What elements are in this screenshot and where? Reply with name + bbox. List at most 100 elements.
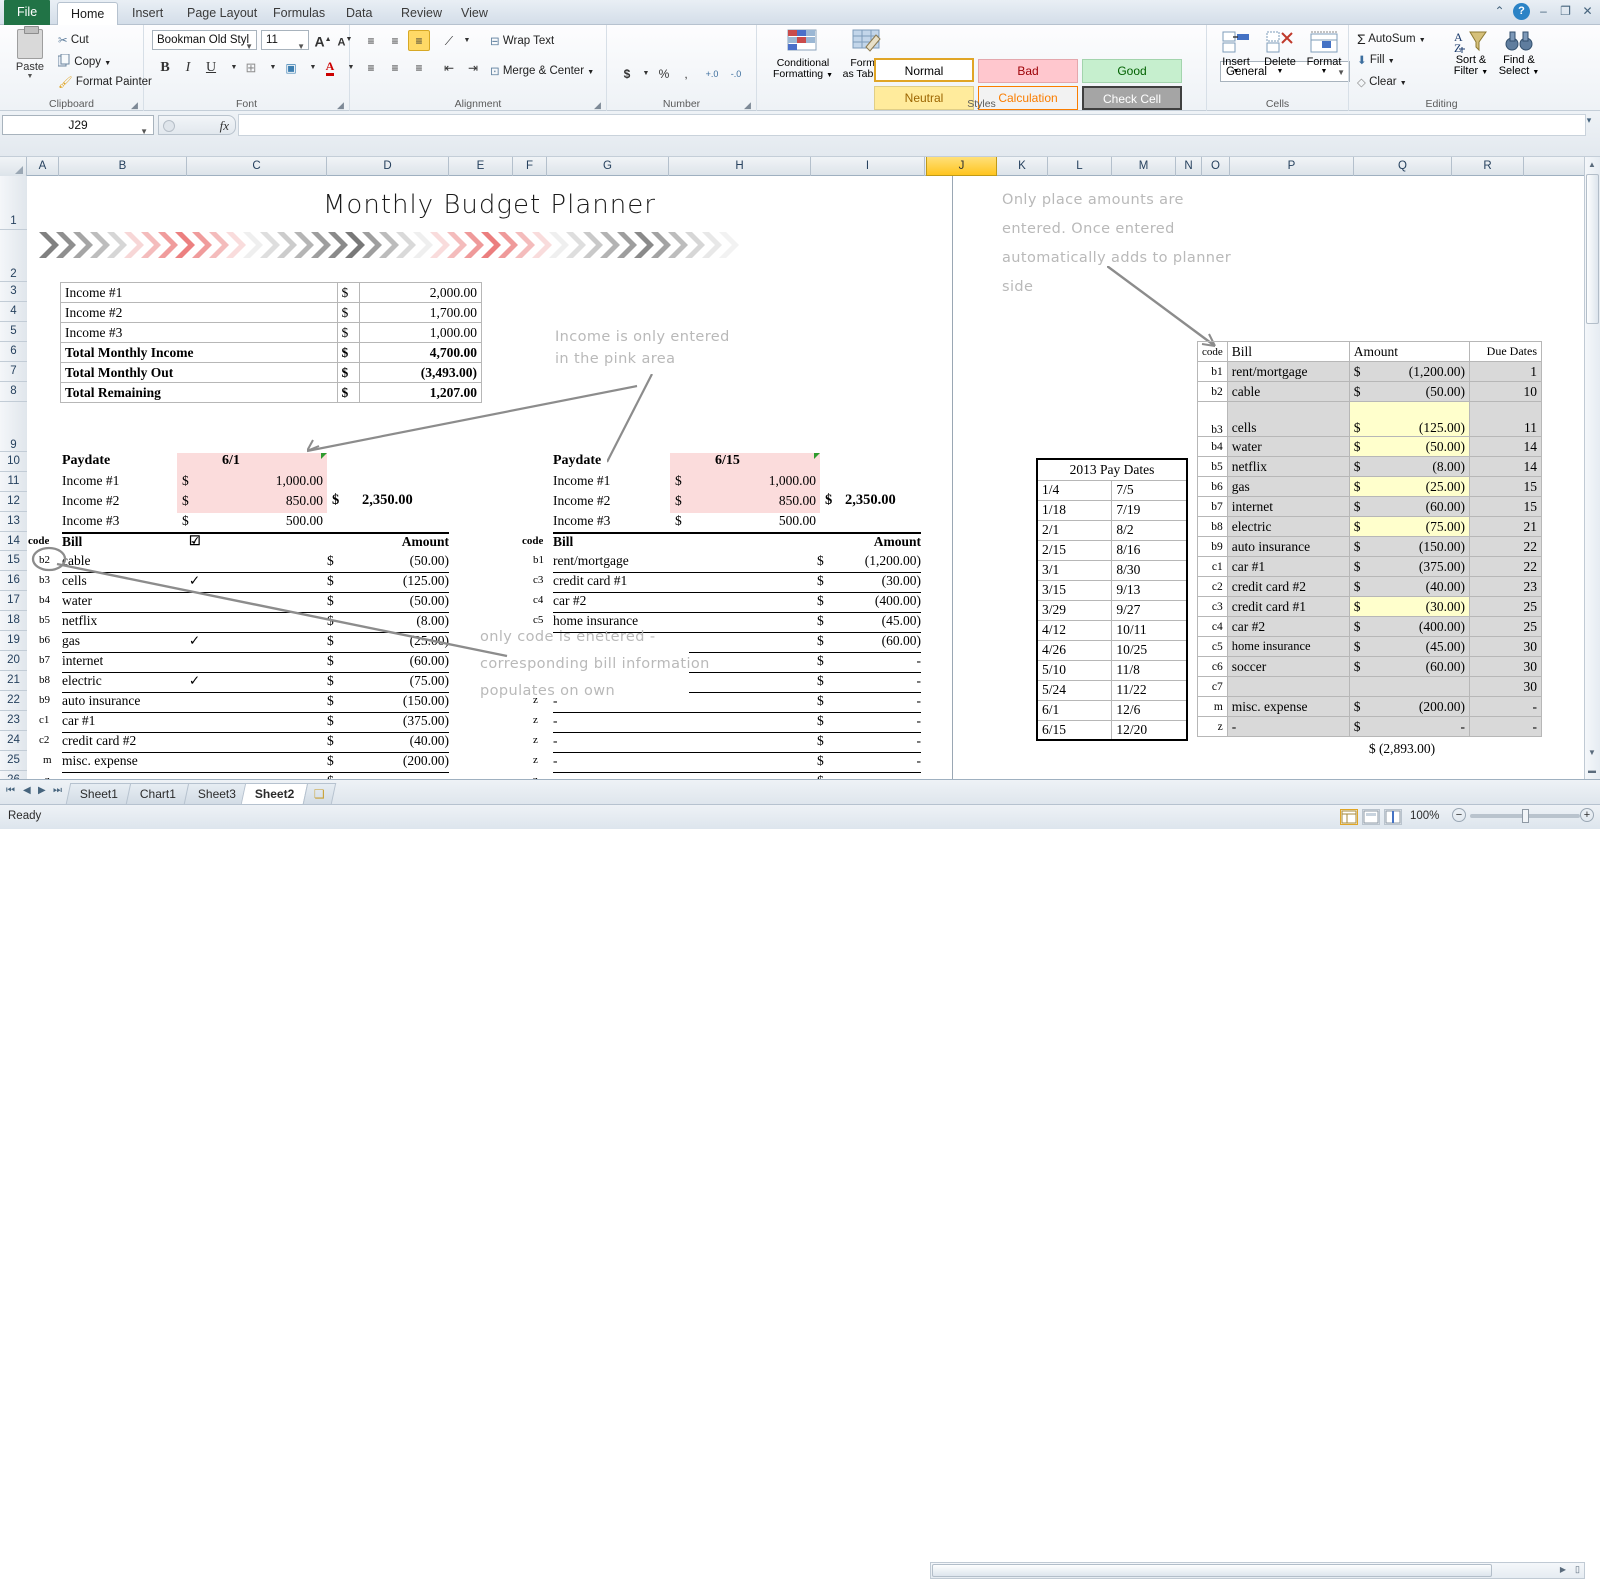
- align-left-icon[interactable]: ≡: [360, 57, 382, 78]
- table-row[interactable]: 2/15 8/16: [1036, 539, 1188, 561]
- style-good[interactable]: Good: [1082, 59, 1182, 83]
- find-select-button[interactable]: Find & Select ▼: [1493, 29, 1545, 78]
- align-top-icon[interactable]: ≡: [360, 30, 382, 51]
- col-header-C[interactable]: C: [187, 157, 327, 176]
- table-row[interactable]: b7 internet $ (60.00) 15: [1197, 496, 1542, 517]
- underline-button[interactable]: U: [200, 57, 222, 78]
- row-header-4[interactable]: 4: [0, 302, 27, 322]
- style-normal[interactable]: Normal: [874, 58, 974, 82]
- insert-cells-button[interactable]: Insert ▼: [1215, 30, 1257, 75]
- orientation-dropdown-icon[interactable]: ▼: [456, 30, 478, 51]
- col-header-L[interactable]: L: [1048, 157, 1112, 176]
- clear-button[interactable]: ◇ Clear ▼: [1357, 75, 1407, 89]
- table-row[interactable]: 2/1 8/2: [1036, 519, 1188, 541]
- col-header-P[interactable]: P: [1230, 157, 1354, 176]
- paste-button[interactable]: Paste ▼: [8, 26, 52, 80]
- table-row[interactable]: c4 car #2 $ (400.00) 25: [1197, 616, 1542, 637]
- col-header-F[interactable]: F: [513, 157, 547, 176]
- increase-indent-icon[interactable]: ⇥: [462, 57, 484, 78]
- col-header-O[interactable]: O: [1202, 157, 1230, 176]
- italic-button[interactable]: I: [177, 57, 199, 78]
- table-row[interactable]: Income #1 $ 2,000.00: [60, 282, 482, 303]
- table-row[interactable]: 6/1 12/6: [1036, 699, 1188, 721]
- vertical-scrollbar[interactable]: ▲ ▼ ▬: [1584, 157, 1600, 779]
- expand-formula-bar-icon[interactable]: ▾: [1582, 115, 1596, 135]
- alignment-dialog-launcher-icon[interactable]: ◢: [594, 100, 603, 110]
- table-row[interactable]: c2 credit card #2 $ (40.00) 23: [1197, 576, 1542, 597]
- decrease-indent-icon[interactable]: ⇤: [438, 57, 460, 78]
- row-header-2[interactable]: 2: [0, 230, 27, 282]
- select-all-button[interactable]: [0, 157, 27, 176]
- scroll-up-icon[interactable]: ▲: [1588, 160, 1596, 169]
- row-header-5[interactable]: 5: [0, 322, 27, 342]
- row-header-15[interactable]: 15: [0, 551, 27, 571]
- chevron-down-icon[interactable]: ▼: [245, 37, 253, 49]
- row-header-14[interactable]: 14: [0, 532, 27, 551]
- conditional-formatting-button[interactable]: Conditional Formatting ▼: [772, 29, 834, 81]
- decrease-decimal-button[interactable]: -.0: [725, 63, 747, 84]
- tab-home[interactable]: Home: [57, 2, 119, 25]
- grow-font-button[interactable]: A▲: [312, 29, 334, 50]
- merge-center-button[interactable]: ⊡ Merge & Center ▼: [490, 64, 594, 78]
- col-header-M[interactable]: M: [1112, 157, 1176, 176]
- row-header-9[interactable]: 9: [0, 402, 27, 452]
- help-icon[interactable]: ?: [1513, 3, 1530, 20]
- tab-review[interactable]: Review: [388, 2, 455, 25]
- split-handle-icon[interactable]: ▬: [1588, 766, 1596, 775]
- row-header-20[interactable]: 20: [0, 651, 27, 671]
- row-header-22[interactable]: 22: [0, 691, 27, 711]
- format-cells-button[interactable]: Format ▼: [1302, 30, 1346, 75]
- col-header-A[interactable]: A: [27, 157, 59, 176]
- col-header-E[interactable]: E: [449, 157, 513, 176]
- tab-insert[interactable]: Insert: [119, 2, 176, 25]
- scroll-down-icon[interactable]: ▼: [1588, 748, 1596, 757]
- first-sheet-icon[interactable]: ⏮: [6, 785, 15, 796]
- bold-button[interactable]: B: [154, 57, 176, 78]
- next-sheet-icon[interactable]: ▶: [38, 785, 46, 796]
- name-box[interactable]: J29 ▼: [2, 115, 154, 136]
- table-row[interactable]: 5/24 11/22: [1036, 679, 1188, 701]
- format-painter-button[interactable]: 🖌 Format Painter: [58, 75, 152, 89]
- row-header-19[interactable]: 19: [0, 631, 27, 651]
- font-color-button[interactable]: A: [319, 55, 341, 76]
- percent-format-button[interactable]: %: [653, 63, 675, 84]
- row-header-26[interactable]: 26: [0, 771, 27, 779]
- table-row[interactable]: b3 cells $ (125.00) 11: [1197, 401, 1542, 437]
- table-row[interactable]: 6/15 12/20: [1036, 719, 1188, 741]
- align-middle-icon[interactable]: ≡: [384, 30, 406, 51]
- horizontal-scroll-thumb[interactable]: [932, 1564, 1492, 1577]
- formula-input[interactable]: [238, 114, 1586, 136]
- clipboard-dialog-launcher-icon[interactable]: ◢: [131, 100, 140, 110]
- table-row[interactable]: c5 home insurance $ (45.00) 30: [1197, 636, 1542, 657]
- zoom-level[interactable]: 100%: [1410, 810, 1439, 822]
- align-right-icon[interactable]: ≡: [408, 57, 430, 78]
- row-header-11[interactable]: 11: [0, 472, 27, 492]
- table-row[interactable]: b9 auto insurance $ (150.00) 22: [1197, 536, 1542, 557]
- align-bottom-icon[interactable]: ≡: [408, 30, 430, 51]
- table-row[interactable]: 3/29 9/27: [1036, 599, 1188, 621]
- col-header-B[interactable]: B: [59, 157, 187, 176]
- table-row[interactable]: 1/4 7/5: [1036, 479, 1188, 501]
- font-dialog-launcher-icon[interactable]: ◢: [337, 100, 346, 110]
- fill-color-button[interactable]: ▣: [280, 57, 302, 78]
- prev-sheet-icon[interactable]: ◀: [23, 785, 31, 796]
- borders-button[interactable]: ⊞: [240, 57, 262, 78]
- page-break-view-button[interactable]: [1384, 809, 1402, 825]
- sheet-tab-chart1[interactable]: Chart1: [125, 783, 191, 804]
- row-header-24[interactable]: 24: [0, 731, 27, 751]
- chevron-down-icon[interactable]: ▼: [140, 122, 148, 141]
- autosum-button[interactable]: Σ AutoSum ▼: [1357, 31, 1426, 47]
- table-row[interactable]: m misc. expense $ (200.00) -: [1197, 696, 1542, 717]
- table-row[interactable]: z - $ - -: [1197, 716, 1542, 737]
- vertical-scroll-thumb[interactable]: [1586, 174, 1599, 324]
- tab-view[interactable]: View: [448, 2, 501, 25]
- split-handle-icon[interactable]: ▯: [1575, 1564, 1580, 1575]
- table-row[interactable]: 4/26 10/25: [1036, 639, 1188, 661]
- table-row[interactable]: 1/18 7/19: [1036, 499, 1188, 521]
- style-bad[interactable]: Bad: [978, 59, 1078, 83]
- row-header-23[interactable]: 23: [0, 711, 27, 731]
- tab-page-layout[interactable]: Page Layout: [174, 2, 270, 25]
- cancel-enter-icon[interactable]: [163, 120, 175, 132]
- table-row[interactable]: c6 soccer $ (60.00) 30: [1197, 656, 1542, 677]
- last-sheet-icon[interactable]: ⏭: [53, 785, 62, 796]
